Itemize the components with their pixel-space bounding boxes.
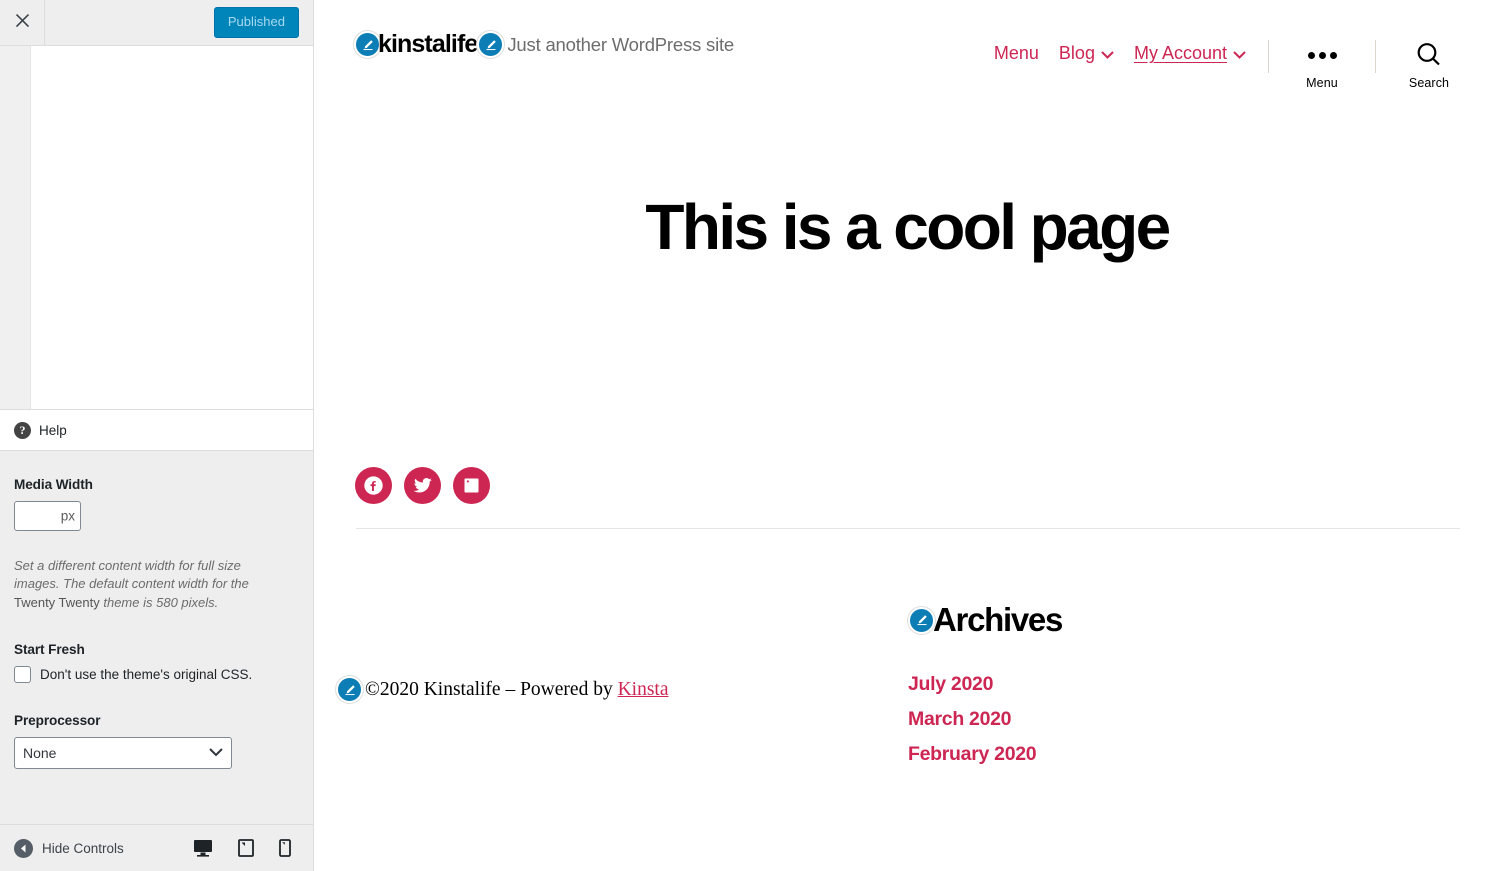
help-toggle[interactable]: ? Help (0, 410, 313, 451)
menu-toggle-button[interactable]: Menu (1291, 40, 1353, 90)
media-width-description: Set a different content width for full s… (14, 557, 276, 612)
help-icon: ? (14, 421, 31, 439)
media-width-input[interactable] (14, 501, 81, 531)
site-header: kinstalife Just another WordPress site M… (314, 0, 1500, 100)
primary-menu: Menu Blog My Account (994, 40, 1246, 64)
media-width-control: Media Width px Set a different content w… (14, 477, 299, 612)
nav-item-blog[interactable]: Blog (1059, 43, 1114, 64)
twitter-icon (413, 478, 432, 493)
twitter-link[interactable] (404, 467, 441, 505)
preprocessor-select[interactable]: None (14, 737, 232, 770)
nav-item-menu-label: Menu (993, 43, 1039, 63)
page-title-block: This is a cool page (314, 191, 1500, 263)
desktop-icon[interactable] (193, 839, 213, 857)
publish-button[interactable]: Published (213, 7, 299, 38)
description-part-1: Set a different content width for full s… (14, 558, 249, 592)
archive-link-february-2020[interactable]: February 2020 (908, 743, 1037, 765)
collapse-arrow-icon (14, 838, 33, 858)
site-footer: ©2020 Kinstalife – Powered by Kinsta Arc… (314, 529, 1500, 778)
header-spacer (45, 0, 214, 45)
social-links (314, 467, 1500, 505)
facebook-link[interactable] (355, 467, 392, 505)
chevron-down-icon (1233, 43, 1246, 64)
site-title[interactable]: kinstalife (378, 30, 478, 59)
search-icon (1414, 40, 1444, 70)
start-fresh-checkbox[interactable] (14, 666, 31, 684)
archives-widget-header: Archives (908, 601, 1063, 639)
search-toggle-button[interactable]: Search (1398, 40, 1460, 90)
footer-credits: ©2020 Kinstalife – Powered by Kinsta (336, 601, 896, 778)
theme-name: Twenty Twenty (14, 594, 100, 610)
start-fresh-control: Start Fresh Don't use the theme's origin… (14, 642, 299, 684)
nav-divider-right (1375, 40, 1376, 73)
customizer-screen: Published ? Help Media Width px Set a di… (0, 0, 1500, 871)
close-customizer-button[interactable] (0, 0, 45, 45)
chevron-down-icon (1101, 43, 1114, 64)
list-item: March 2020 (908, 708, 1062, 731)
help-label: Help (39, 422, 67, 438)
edit-site-title-icon[interactable] (354, 31, 381, 58)
hide-controls-button[interactable]: Hide Controls (14, 838, 124, 858)
device-preview-group (193, 839, 299, 857)
list-item: February 2020 (908, 743, 1062, 766)
customizer-controls: Media Width px Set a different content w… (0, 451, 313, 824)
preprocessor-label: Preprocessor (14, 713, 101, 729)
linkedin-icon (464, 478, 479, 493)
customizer-header: Published (0, 0, 313, 46)
archives-list: July 2020 March 2020 February 2020 (908, 673, 1062, 778)
start-fresh-label: Start Fresh (14, 642, 85, 658)
archives-widget: Archives July 2020 March 2020 February 2… (896, 601, 1063, 778)
copyright-prefix: ©2020 Kinstalife – Powered by (365, 678, 618, 700)
edit-tagline-icon[interactable] (477, 31, 505, 58)
editor-gutter (0, 46, 31, 409)
customizer-footer: Hide Controls (0, 824, 313, 871)
nav-item-my-account-label: My Account (1133, 43, 1227, 63)
mobile-icon[interactable] (279, 839, 291, 857)
archive-link-july-2020[interactable]: July 2020 (908, 673, 993, 695)
archive-link-march-2020[interactable]: March 2020 (908, 708, 1012, 730)
edit-footer-icon[interactable] (336, 676, 363, 704)
search-toggle-label: Search (1408, 76, 1450, 90)
start-fresh-checkbox-label: Don't use the theme's original CSS. (40, 667, 253, 683)
customizer-panel: Published ? Help Media Width px Set a di… (0, 0, 314, 871)
copyright-text: ©2020 Kinstalife – Powered by Kinsta (365, 679, 669, 701)
three-dots-icon (1307, 40, 1337, 70)
preprocessor-field: None (14, 737, 232, 770)
hide-controls-label: Hide Controls (42, 840, 124, 856)
media-width-label: Media Width (14, 477, 93, 492)
page-title: This is a cool page (645, 191, 1171, 263)
facebook-icon (364, 476, 383, 496)
css-code-area[interactable] (31, 46, 313, 409)
archives-widget-title: Archives (933, 601, 1063, 639)
list-item: July 2020 (908, 673, 1062, 696)
menu-toggle-label: Menu (1306, 76, 1338, 90)
header-navigation: Menu Blog My Account Menu Search (994, 30, 1460, 90)
css-editor[interactable] (0, 46, 313, 410)
tablet-icon[interactable] (238, 839, 254, 857)
preprocessor-control: Preprocessor None (14, 713, 299, 770)
kinsta-link[interactable]: Kinsta (618, 679, 669, 700)
site-tagline: Just another WordPress site (507, 33, 735, 55)
site-preview: kinstalife Just another WordPress site M… (314, 0, 1500, 871)
nav-divider-left (1268, 40, 1269, 73)
site-branding: kinstalife Just another WordPress site (354, 30, 734, 59)
nav-item-my-account[interactable]: My Account (1134, 43, 1246, 64)
nav-item-blog-label: Blog (1058, 43, 1095, 63)
nav-item-menu[interactable]: Menu (994, 43, 1039, 64)
close-icon (15, 13, 30, 33)
linkedin-link[interactable] (453, 467, 490, 505)
start-fresh-row[interactable]: Don't use the theme's original CSS. (14, 666, 299, 684)
description-part-2: theme is 580 pixels. (99, 594, 219, 610)
media-width-field: px (14, 501, 81, 531)
edit-widget-icon[interactable] (908, 606, 935, 634)
